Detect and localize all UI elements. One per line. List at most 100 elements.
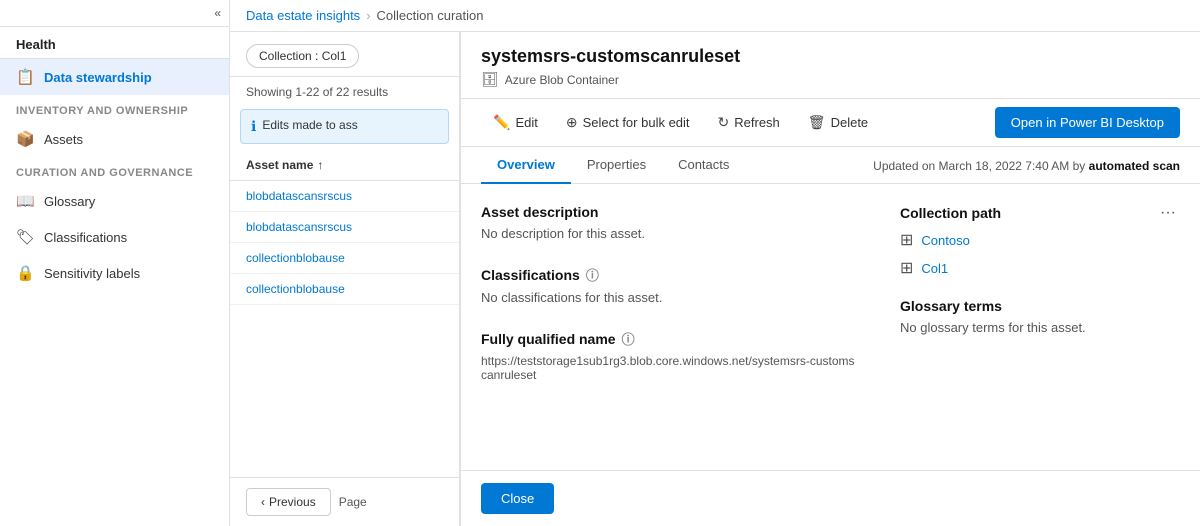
detail-left: Asset description No description for thi… [481, 204, 860, 470]
list-items: blobdatascansrscus blobdatascansrscus co… [230, 181, 459, 477]
updated-on-label: Updated on March 18, 2022 7:40 AM by [873, 159, 1085, 173]
detail-tabs: Overview Properties Contacts Updated on … [461, 147, 1200, 184]
classifications-title: Classifications ⓘ [481, 265, 860, 284]
page-label: Page [339, 495, 367, 509]
sensitivity-labels-icon: 🔒 [16, 264, 34, 282]
list-item[interactable]: blobdatascansrscus [230, 181, 459, 212]
collection-path-header: Collection path ··· [900, 204, 1180, 222]
asset-description-title: Asset description [481, 204, 860, 220]
info-icon: ℹ [251, 118, 256, 135]
fqn-value: https://teststorage1sub1rg3.blob.core.wi… [481, 354, 860, 382]
sidebar-health-header: Health [0, 27, 229, 59]
sidebar-item-assets[interactable]: 📦 Assets [0, 121, 229, 157]
collection-path-more-button[interactable]: ··· [1156, 204, 1180, 222]
showing-text: Showing 1-22 of 22 results [230, 77, 459, 103]
sidebar-item-glossary[interactable]: 📖 Glossary [0, 183, 229, 219]
breadcrumb: Data estate insights › Collection curati… [230, 0, 1200, 32]
delete-label: Delete [831, 115, 869, 130]
list-col-header: Asset name ↑ [230, 150, 459, 181]
detail-subtitle-text: Azure Blob Container [505, 73, 619, 87]
assets-icon: 📦 [16, 130, 34, 148]
collection-icon-contoso: ⊞ [900, 230, 913, 250]
previous-button[interactable]: ‹ Previous [246, 488, 331, 516]
collection-badge: Collection : Col1 [246, 44, 359, 68]
collection-icon-col1: ⊞ [900, 258, 913, 278]
breadcrumb-current: Collection curation [377, 8, 484, 23]
collection-link-col1[interactable]: Col1 [921, 261, 948, 276]
refresh-label: Refresh [734, 115, 780, 130]
list-item[interactable]: collectionblobause [230, 243, 459, 274]
list-panel: Collection : Col1 Showing 1-22 of 22 res… [230, 32, 460, 526]
sidebar-item-label: Glossary [44, 194, 95, 209]
delete-button[interactable]: 🗑 Delete [796, 108, 880, 137]
detail-footer: Close [461, 470, 1200, 526]
sidebar-collapse-area: « [0, 0, 229, 27]
sidebar: « Health 📋 Data stewardship Inventory an… [0, 0, 230, 526]
sidebar-item-label: Sensitivity labels [44, 266, 140, 281]
sidebar-item-classifications[interactable]: 🏷 Classifications [0, 219, 229, 255]
refresh-button[interactable]: ↻ Refresh [706, 108, 792, 137]
info-banner: ℹ Edits made to ass [240, 109, 449, 144]
collection-path-item-contoso: ⊞ Contoso [900, 230, 1180, 250]
detail-body: Asset description No description for thi… [461, 184, 1200, 470]
previous-label: Previous [269, 495, 316, 509]
collection-link-contoso[interactable]: Contoso [921, 233, 969, 248]
collection-path-items: ⊞ Contoso ⊞ Col1 [900, 230, 1180, 278]
edit-button[interactable]: ✏️ Edit [481, 108, 550, 137]
fqn-title: Fully qualified name ⓘ [481, 329, 860, 348]
list-panel-header: Collection : Col1 [230, 32, 459, 77]
sidebar-collapse-button[interactable]: « [214, 6, 221, 20]
asset-description-section: Asset description No description for thi… [481, 204, 860, 241]
detail-subtitle: 🗄 Azure Blob Container [481, 71, 1180, 88]
detail-panel: systemsrs-customscanruleset 🗄 Azure Blob… [460, 32, 1200, 526]
content-area: Collection : Col1 Showing 1-22 of 22 res… [230, 32, 1200, 526]
sidebar-item-label: Data stewardship [44, 70, 152, 85]
updated-by: automated scan [1089, 159, 1180, 173]
fqn-section: Fully qualified name ⓘ https://teststora… [481, 329, 860, 382]
detail-toolbar: ✏️ Edit ⊕ Select for bulk edit ↻ Refresh… [461, 99, 1200, 147]
tab-properties[interactable]: Properties [571, 147, 662, 184]
fqn-label: Fully qualified name [481, 331, 616, 347]
bulk-edit-icon: ⊕ [566, 114, 578, 131]
classifications-info-icon[interactable]: ⓘ [586, 265, 599, 284]
tab-contacts[interactable]: Contacts [662, 147, 745, 184]
classifications-section: Classifications ⓘ No classifications for… [481, 265, 860, 305]
sidebar-inventory-group: Inventory and ownership [0, 95, 229, 121]
glossary-icon: 📖 [16, 192, 34, 210]
sidebar-item-data-stewardship[interactable]: 📋 Data stewardship [0, 59, 229, 95]
glossary-title: Glossary terms [900, 298, 1180, 314]
close-button[interactable]: Close [481, 483, 554, 514]
sidebar-item-sensitivity-labels[interactable]: 🔒 Sensitivity labels [0, 255, 229, 291]
chevron-left-icon: ‹ [261, 495, 265, 509]
delete-icon: 🗑 [808, 114, 826, 131]
collection-path-item-col1: ⊞ Col1 [900, 258, 1180, 278]
sidebar-item-label: Classifications [44, 230, 127, 245]
bulk-edit-button[interactable]: ⊕ Select for bulk edit [554, 108, 702, 137]
list-item[interactable]: blobdatascansrscus [230, 212, 459, 243]
detail-title: systemsrs-customscanruleset [481, 46, 1180, 67]
info-text: Edits made to ass [262, 118, 357, 132]
tab-overview[interactable]: Overview [481, 147, 571, 184]
storage-icon: 🗄 [481, 71, 499, 88]
list-panel-footer: ‹ Previous Page [230, 477, 459, 526]
sidebar-curation-group: Curation and governance [0, 157, 229, 183]
collection-path-title: Collection path [900, 205, 1001, 221]
glossary-value: No glossary terms for this asset. [900, 320, 1180, 335]
main-area: Data estate insights › Collection curati… [230, 0, 1200, 526]
classifications-value: No classifications for this asset. [481, 290, 860, 305]
glossary-section: Glossary terms No glossary terms for thi… [900, 298, 1180, 335]
breadcrumb-link-1[interactable]: Data estate insights [246, 8, 360, 23]
classifications-icon: 🏷 [16, 228, 34, 246]
breadcrumb-chevron-icon: › [366, 8, 370, 23]
open-powerbi-button[interactable]: Open in Power BI Desktop [995, 107, 1180, 138]
edit-icon: ✏️ [493, 114, 510, 131]
classifications-label: Classifications [481, 267, 580, 283]
sort-arrow-icon: ↑ [317, 158, 323, 172]
detail-right: Collection path ··· ⊞ Contoso ⊞ Col1 [900, 204, 1180, 470]
bulk-edit-label: Select for bulk edit [583, 115, 690, 130]
detail-header: systemsrs-customscanruleset 🗄 Azure Blob… [461, 32, 1200, 99]
list-item[interactable]: collectionblobause [230, 274, 459, 305]
fqn-info-icon[interactable]: ⓘ [622, 329, 635, 348]
sidebar-item-label: Assets [44, 132, 83, 147]
asset-description-value: No description for this asset. [481, 226, 860, 241]
